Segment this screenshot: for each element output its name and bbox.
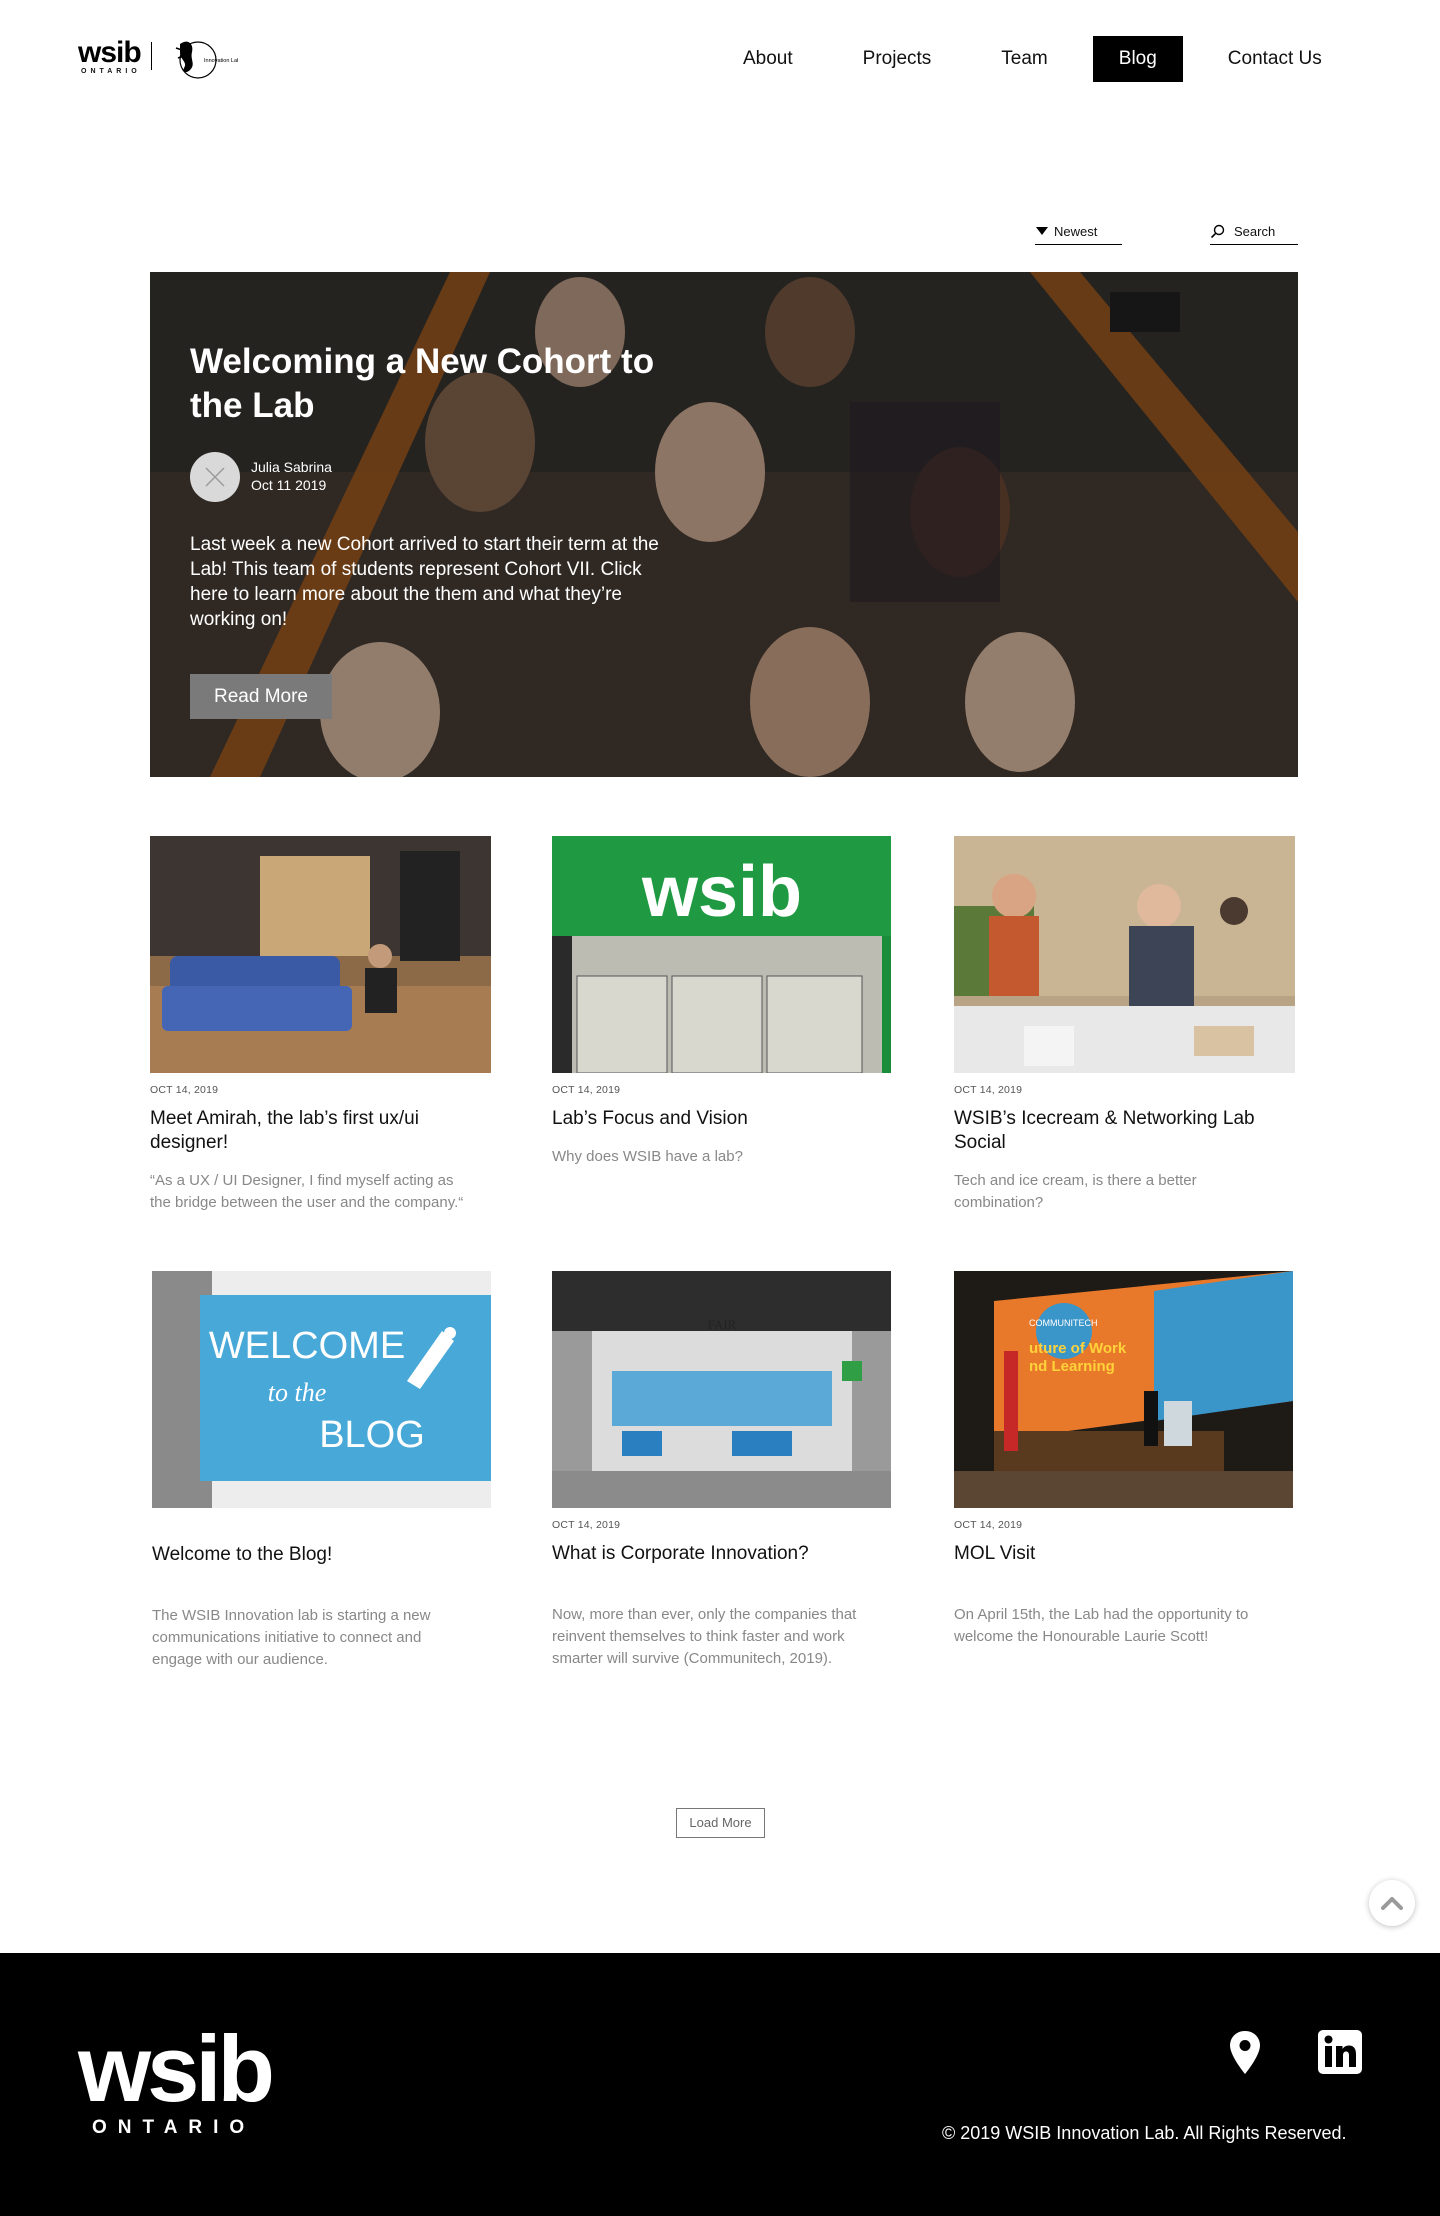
post-date: OCT 14, 2019 (150, 1084, 219, 1096)
post-title[interactable]: Welcome to the Blog! (152, 1543, 497, 1567)
featured-post[interactable]: Welcoming a New Cohort to the Lab Julia … (150, 272, 1298, 777)
post-card[interactable]: OCT 14, 2019 WSIB’s Icecream & Networkin… (954, 836, 1299, 1214)
post-date: OCT 14, 2019 (954, 1519, 1023, 1531)
post-image-welcome-blog: WELCOME to the BLOG (152, 1271, 491, 1508)
post-excerpt: Why does WSIB have a lab? (552, 1148, 743, 1165)
search-icon (1210, 224, 1225, 239)
blog-text: BLOG (319, 1414, 425, 1456)
post-title[interactable]: Meet Amirah, the lab’s first ux/ui desig… (150, 1107, 495, 1155)
placeholder-avatar-icon (205, 467, 225, 487)
linkedin-icon[interactable] (1318, 2030, 1362, 2074)
post-title[interactable]: MOL Visit (954, 1542, 1299, 1566)
post-date: Oct 11 2019 (251, 477, 327, 493)
post-image-stage: COMMUNITECH uture of Work nd Learning (954, 1271, 1293, 1508)
post-excerpt: Now, more than ever, only the companies … (552, 1606, 857, 1667)
post-thumbnail[interactable]: wsib (552, 836, 891, 1073)
post-date: OCT 14, 2019 (552, 1084, 621, 1096)
read-more-button[interactable]: Read More (190, 674, 332, 719)
logo-wordmark: wsib (78, 36, 142, 69)
sort-label: Newest (1054, 224, 1098, 239)
nav-team[interactable]: Team (976, 36, 1072, 82)
post-card[interactable]: OCT 14, 2019 Meet Amirah, the lab’s firs… (150, 836, 495, 1214)
stage-line3-text: nd Learning (1029, 1358, 1115, 1375)
site-footer: wsib ONTARIO © 2019 WSIB Innovation Lab.… (0, 1953, 1440, 2216)
featured-post-title[interactable]: Welcoming a New Cohort to the Lab (190, 340, 660, 428)
author-name: Julia Sabrina (251, 459, 332, 475)
post-date (152, 1519, 497, 1532)
fair-sign-text: FAIR (708, 1317, 737, 1332)
site-header: wsib ONTARIO Innovation Lab About Projec… (0, 0, 1440, 120)
welcome-text: WELCOME (209, 1325, 405, 1367)
post-date: OCT 14, 2019 (552, 1519, 621, 1531)
post-title[interactable]: Lab’s Focus and Vision (552, 1107, 897, 1131)
post-thumbnail[interactable] (954, 836, 1295, 1073)
lizard-icon: Innovation Lab (175, 41, 238, 79)
caret-down-icon (1036, 227, 1048, 235)
post-title[interactable]: What is Corporate Innovation? (552, 1542, 897, 1566)
author-meta: Julia Sabrina Oct 11 2019 (251, 458, 332, 494)
to-the-text: to the (268, 1378, 327, 1407)
nav-about[interactable]: About (718, 36, 818, 82)
search-label: Search (1234, 224, 1276, 239)
post-card[interactable]: COMMUNITECH uture of Work nd Learning OC… (954, 1271, 1299, 1648)
logo-subtext: ONTARIO (81, 68, 141, 75)
search-field[interactable]: Search (1210, 222, 1298, 245)
post-card[interactable]: FAIR OCT 14, 2019 What is Corporate Inno… (552, 1271, 897, 1670)
nav-blog[interactable]: Blog (1092, 36, 1183, 82)
sort-dropdown[interactable]: Newest (1035, 222, 1122, 245)
footer-logo-wordmark: wsib (78, 2016, 275, 2121)
post-thumbnail[interactable]: COMMUNITECH uture of Work nd Learning (954, 1271, 1293, 1508)
map-pin-icon[interactable] (1228, 2030, 1262, 2076)
post-thumbnail[interactable]: WELCOME to the BLOG (152, 1271, 491, 1508)
main-nav: About Projects Team Blog Contact Us (718, 36, 1367, 82)
stage-line2-text: uture of Work (1029, 1340, 1127, 1357)
post-excerpt: On April 15th, the Lab had the opportuni… (954, 1606, 1249, 1645)
post-card[interactable]: wsib OCT 14, 2019 Lab’s Focus and Vision… (552, 836, 897, 1168)
post-date: OCT 14, 2019 (954, 1084, 1023, 1096)
post-image-wsib-sign: wsib (552, 836, 891, 1073)
avatar (190, 452, 240, 502)
lab-text: Innovation Lab (204, 58, 238, 64)
footer-logo-subtext: ONTARIO (92, 2117, 256, 2138)
featured-post-excerpt: Last week a new Cohort arrived to start … (190, 534, 659, 630)
wsib-sign-text: wsib (641, 852, 802, 932)
post-title[interactable]: WSIB’s Icecream & Networking Lab Social (954, 1107, 1299, 1155)
post-image-office: FAIR (552, 1271, 891, 1508)
scroll-to-top-button[interactable] (1369, 1880, 1415, 1926)
post-thumbnail[interactable] (150, 836, 491, 1073)
logo-divider (151, 42, 152, 70)
post-excerpt: Tech and ice cream, is there a better co… (954, 1172, 1197, 1211)
post-excerpt: The WSIB Innovation lab is starting a ne… (152, 1607, 431, 1668)
nav-contact[interactable]: Contact Us (1203, 36, 1347, 82)
chevron-up-icon (1381, 1897, 1403, 1910)
copyright-text: © 2019 WSIB Innovation Lab. All Rights R… (942, 2123, 1347, 2143)
post-excerpt: “As a UX / UI Designer, I find myself ac… (150, 1172, 464, 1211)
post-card[interactable]: WELCOME to the BLOG Welcome to the Blog!… (152, 1271, 497, 1671)
stage-line1-text: COMMUNITECH (1029, 1318, 1098, 1328)
post-thumbnail[interactable]: FAIR (552, 1271, 891, 1508)
post-image-icecream-social (954, 836, 1295, 1073)
load-more-button[interactable]: Load More (676, 1808, 765, 1838)
nav-projects[interactable]: Projects (838, 36, 957, 82)
wsib-innovation-lab-logo[interactable]: wsib ONTARIO Innovation Lab (78, 34, 238, 86)
post-image-couch (150, 836, 491, 1073)
